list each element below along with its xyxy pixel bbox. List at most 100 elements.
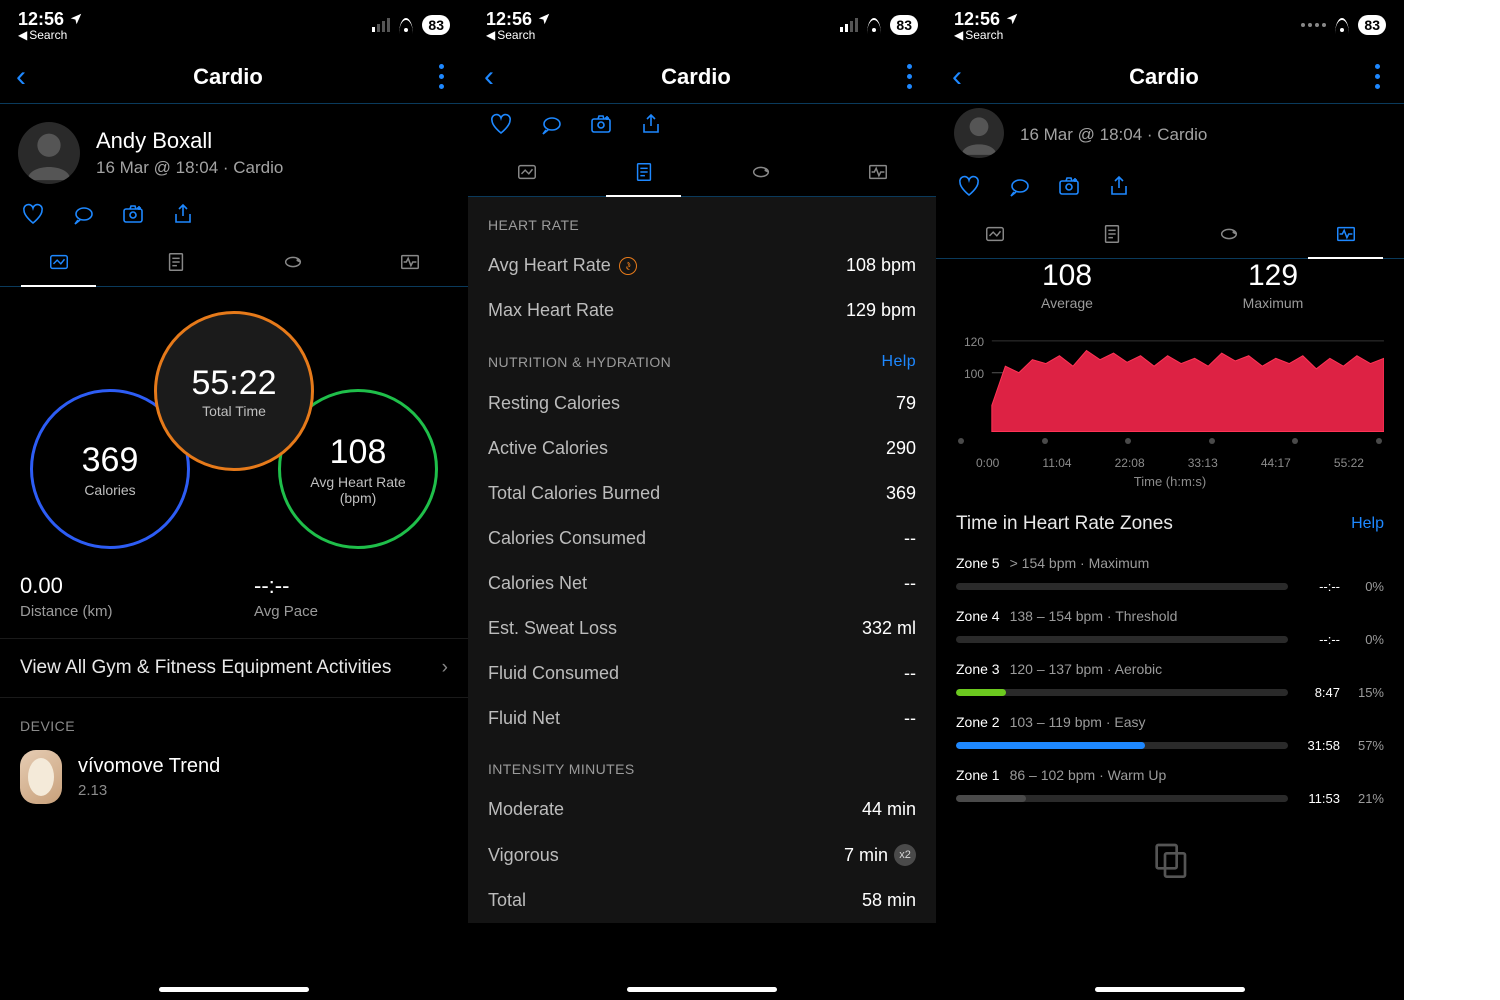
tab-details[interactable] bbox=[1053, 210, 1170, 258]
copy-icon[interactable] bbox=[1150, 840, 1190, 880]
activity-meta: 16 Mar @ 18:04 · Cardio bbox=[96, 158, 283, 178]
help-link[interactable]: Help bbox=[1351, 515, 1384, 533]
list-row: Calories Consumed-- bbox=[468, 516, 936, 561]
back-to-search[interactable]: ◀Search bbox=[18, 28, 83, 42]
list-row: Fluid Net-- bbox=[468, 696, 936, 741]
activity-meta: 16 Mar @ 18:04 · Cardio bbox=[1020, 125, 1207, 145]
more-button[interactable] bbox=[898, 64, 920, 89]
summary-circles: 369 Calories 108 Avg Heart Rate (bpm) 55… bbox=[0, 311, 468, 551]
screenshot-3: 12:56 ◀Search 83 ‹ Cardio 16 Mar @ 18:04… bbox=[936, 0, 1404, 1000]
home-indicator[interactable] bbox=[159, 987, 309, 992]
zones-list: Zone 5> 154 bpm · Maximum--:--0%Zone 413… bbox=[936, 545, 1404, 810]
list-row: Max Heart Rate129 bpm bbox=[468, 288, 936, 333]
zones-header: Time in Heart Rate Zones Help bbox=[936, 489, 1404, 545]
x2-badge: x2 bbox=[894, 844, 916, 866]
help-link[interactable]: Help bbox=[881, 353, 916, 371]
wifi-icon bbox=[396, 18, 416, 32]
distance-label: Distance (km) bbox=[20, 603, 214, 620]
more-button[interactable] bbox=[430, 64, 452, 89]
camera-icon[interactable] bbox=[588, 112, 614, 136]
zone-row: Zone 4138 – 154 bpm · Threshold--:--0% bbox=[936, 598, 1404, 651]
camera-icon[interactable] bbox=[1056, 174, 1082, 198]
page-title: Cardio bbox=[193, 64, 263, 90]
like-icon[interactable] bbox=[488, 112, 514, 136]
back-button[interactable]: ‹ bbox=[952, 60, 962, 94]
tab-details[interactable] bbox=[585, 148, 702, 196]
tab-stats[interactable] bbox=[936, 210, 1053, 258]
avg-pace-value: --:-- bbox=[254, 573, 448, 599]
avatar bbox=[954, 108, 1004, 158]
list-row: Avg Heart Rate108 bpm bbox=[468, 243, 936, 288]
view-all-link[interactable]: View All Gym & Fitness Equipment Activit… bbox=[0, 638, 468, 698]
nav-bar: ‹ Cardio bbox=[468, 50, 936, 104]
secondary-stats: 0.00 Distance (km) --:-- Avg Pace bbox=[0, 561, 468, 638]
distance-value: 0.00 bbox=[20, 573, 214, 599]
comment-icon[interactable] bbox=[70, 202, 96, 226]
wifi-icon bbox=[1332, 18, 1352, 32]
page-title: Cardio bbox=[1129, 64, 1199, 90]
status-time: 12:56 bbox=[18, 9, 64, 30]
tab-laps[interactable] bbox=[234, 238, 351, 286]
location-icon bbox=[69, 12, 83, 26]
zone-row: Zone 2103 – 119 bpm · Easy31:5857% bbox=[936, 704, 1404, 757]
tab-hr[interactable] bbox=[1287, 210, 1404, 258]
profile-row[interactable]: 16 Mar @ 18:04 · Cardio bbox=[936, 104, 1404, 166]
screenshot-1: 12:56 ◀Search 83 ‹ Cardio Andy Boxall 16… bbox=[0, 0, 468, 1000]
avatar bbox=[18, 122, 80, 184]
more-button[interactable] bbox=[1366, 64, 1388, 89]
user-name: Andy Boxall bbox=[96, 128, 283, 154]
profile-row[interactable]: Andy Boxall 16 Mar @ 18:04 · Cardio bbox=[0, 104, 468, 194]
zone-row: Zone 3120 – 137 bpm · Aerobic8:4715% bbox=[936, 651, 1404, 704]
hr-summary: 108Average 129Maximum bbox=[936, 259, 1404, 317]
location-icon bbox=[537, 12, 551, 26]
back-to-search[interactable]: ◀Search bbox=[954, 28, 1019, 42]
status-bar: 12:56 ◀Search 83 bbox=[468, 0, 936, 50]
hr-chart[interactable]: 120 100 bbox=[956, 327, 1384, 432]
tab-stats[interactable] bbox=[468, 148, 585, 196]
tab-stats[interactable] bbox=[0, 238, 117, 286]
back-to-search[interactable]: ◀Search bbox=[486, 28, 551, 42]
share-icon[interactable] bbox=[170, 202, 196, 226]
share-icon[interactable] bbox=[638, 112, 664, 136]
list-row: Total Calories Burned369 bbox=[468, 471, 936, 516]
chevron-right-icon: › bbox=[442, 657, 448, 679]
home-indicator[interactable] bbox=[627, 987, 777, 992]
chart-x-ticks: 0:0011:0422:0833:1344:1755:22 bbox=[956, 448, 1384, 470]
status-bar: 12:56 ◀Search 83 bbox=[936, 0, 1404, 50]
section-head: HEART RATE bbox=[468, 197, 936, 243]
battery-indicator: 83 bbox=[890, 15, 918, 35]
comment-icon[interactable] bbox=[1006, 174, 1032, 198]
section-head: INTENSITY MINUTES bbox=[468, 741, 936, 787]
home-indicator[interactable] bbox=[1095, 987, 1245, 992]
list-row: Total58 min bbox=[468, 878, 936, 923]
tab-details[interactable] bbox=[117, 238, 234, 286]
list-row: Moderate44 min bbox=[468, 787, 936, 832]
tab-strip bbox=[0, 238, 468, 287]
tab-laps[interactable] bbox=[1170, 210, 1287, 258]
cell-signal-icon bbox=[372, 18, 390, 32]
like-icon[interactable] bbox=[20, 202, 46, 226]
comment-icon[interactable] bbox=[538, 112, 564, 136]
chart-x-label: Time (h:m:s) bbox=[956, 474, 1384, 489]
nav-bar: ‹ Cardio bbox=[936, 50, 1404, 104]
back-button[interactable]: ‹ bbox=[16, 60, 26, 94]
status-time: 12:56 bbox=[486, 9, 532, 30]
wifi-icon bbox=[864, 18, 884, 32]
list-row: Vigorous7 minx2 bbox=[468, 832, 936, 878]
zone-row: Zone 5> 154 bpm · Maximum--:--0% bbox=[936, 545, 1404, 598]
action-row bbox=[468, 104, 936, 148]
tab-laps[interactable] bbox=[702, 148, 819, 196]
status-time: 12:56 bbox=[954, 9, 1000, 30]
like-icon[interactable] bbox=[956, 174, 982, 198]
tab-hr[interactable] bbox=[351, 238, 468, 286]
camera-icon[interactable] bbox=[120, 202, 146, 226]
screenshot-2: 12:56 ◀Search 83 ‹ Cardio HEART RATEAvg … bbox=[468, 0, 936, 1000]
tab-hr[interactable] bbox=[819, 148, 936, 196]
back-button[interactable]: ‹ bbox=[484, 60, 494, 94]
share-icon[interactable] bbox=[1106, 174, 1132, 198]
battery-indicator: 83 bbox=[422, 15, 450, 35]
list-row: Est. Sweat Loss332 ml bbox=[468, 606, 936, 651]
device-row[interactable]: vívomove Trend 2.13 bbox=[0, 744, 468, 824]
page-title: Cardio bbox=[661, 64, 731, 90]
total-time-ring: 55:22 Total Time bbox=[154, 311, 314, 471]
